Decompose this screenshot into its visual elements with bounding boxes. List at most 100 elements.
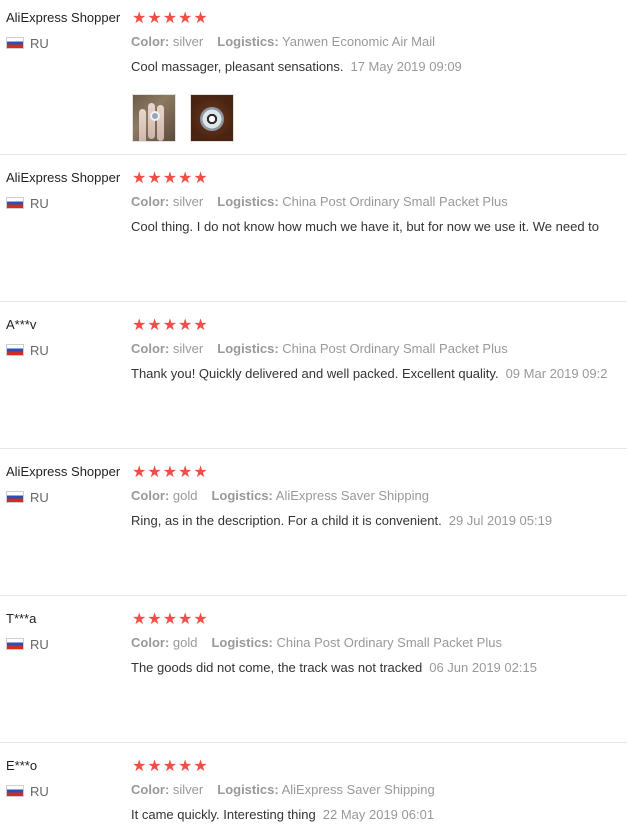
star-icon: ★ (178, 10, 194, 27)
reviewer-name: E***o (6, 758, 38, 773)
star-icon: ★ (132, 611, 148, 628)
star-icon: ★ (178, 170, 194, 187)
star-icon: ★ (162, 10, 179, 27)
logistics-label: Logistics: (211, 635, 273, 650)
reviewer-name: AliExpress Shopper (6, 10, 121, 25)
star-icon: ★ (132, 464, 148, 481)
star-icon: ★ (147, 317, 163, 334)
russia-flag-icon (6, 37, 24, 49)
review-text: Cool thing. I do not know how much we ha… (131, 219, 599, 234)
reviewer-name: T***a (6, 611, 37, 626)
logistics-label: Logistics: (217, 782, 279, 797)
review-item: AliExpress Shopper RU ★★★★★ Color: gold L… (0, 462, 627, 596)
color-value: silver (172, 782, 204, 797)
star-icon: ★ (147, 170, 163, 187)
logistics-label: Logistics: (211, 488, 273, 503)
country-code: RU (30, 637, 49, 652)
reviewer-country: RU (6, 343, 49, 358)
review-text: Thank you! Quickly delivered and well pa… (131, 366, 607, 381)
star-rating: ★★★★★ (132, 464, 209, 482)
star-icon: ★ (178, 317, 194, 334)
color-label: Color: (131, 488, 170, 503)
country-code: RU (30, 784, 49, 799)
logistics-value: China Post Ordinary Small Packet Plus (282, 194, 508, 209)
review-body: Cool massager, pleasant sensations. (131, 59, 344, 74)
color-value: gold (172, 635, 198, 650)
logistics-value: AliExpress Saver Shipping (281, 782, 435, 797)
star-icon: ★ (193, 170, 209, 187)
logistics-label: Logistics: (217, 194, 279, 209)
color-label: Color: (131, 194, 170, 209)
reviewer-name: A***v (6, 317, 37, 332)
review-item: A***v RU ★★★★★ Color: silver Logistics: C… (0, 315, 627, 449)
color-value: silver (172, 194, 204, 209)
review-body: Cool thing. I do not know how much we ha… (131, 219, 600, 234)
review-item: E***o RU ★★★★★ Color: silver Logistics: A… (0, 756, 627, 836)
star-icon: ★ (193, 317, 209, 334)
color-label: Color: (131, 782, 170, 797)
review-date: 29 Jul 2019 05:19 (448, 513, 553, 528)
country-code: RU (30, 36, 49, 51)
review-date: 06 Jun 2019 02:15 (429, 660, 537, 675)
logistics-value: Yanwen Economic Air Mail (282, 34, 435, 49)
review-text: It came quickly. Interesting thing 22 May… (131, 807, 434, 822)
star-rating: ★★★★★ (132, 317, 209, 335)
review-body: Thank you! Quickly delivered and well pa… (131, 366, 499, 381)
review-meta: Color: gold Logistics: China Post Ordinar… (131, 635, 502, 650)
reviewer-country: RU (6, 784, 49, 799)
review-feed: AliExpress Shopper RU ★★★★★ Color: silve… (0, 0, 627, 836)
review-date: 09 Mar 2019 09:2 (505, 366, 608, 381)
star-icon: ★ (193, 10, 209, 27)
star-rating: ★★★★★ (132, 170, 209, 188)
star-icon: ★ (132, 758, 148, 775)
review-photo-thumbnail[interactable] (190, 94, 235, 142)
reviewer-country: RU (6, 36, 49, 51)
color-value: silver (172, 34, 204, 49)
star-icon: ★ (178, 464, 194, 481)
review-body: Ring, as in the description. For a child… (131, 513, 442, 528)
star-icon: ★ (132, 170, 148, 187)
logistics-label: Logistics: (217, 341, 279, 356)
logistics-value: China Post Ordinary Small Packet Plus (282, 341, 508, 356)
review-date: 17 May 2019 09:09 (350, 59, 462, 74)
star-icon: ★ (178, 758, 194, 775)
star-rating: ★★★★★ (132, 10, 209, 28)
country-code: RU (30, 196, 49, 211)
star-icon: ★ (193, 464, 209, 481)
russia-flag-icon (6, 491, 24, 503)
star-icon: ★ (162, 317, 179, 334)
star-icon: ★ (147, 758, 163, 775)
russia-flag-icon (6, 344, 24, 356)
review-body: The goods did not come, the track was no… (131, 660, 423, 675)
russia-flag-icon (6, 638, 24, 650)
review-photo-thumbnail[interactable] (132, 94, 176, 142)
review-text: The goods did not come, the track was no… (131, 660, 537, 675)
review-meta: Color: silver Logistics: China Post Ordin… (131, 194, 508, 209)
ring-image (200, 107, 225, 131)
star-rating: ★★★★★ (132, 611, 209, 629)
star-icon: ★ (193, 611, 209, 628)
logistics-value: China Post Ordinary Small Packet Plus (276, 635, 502, 650)
star-icon: ★ (147, 611, 163, 628)
russia-flag-icon (6, 785, 24, 797)
review-body: It came quickly. Interesting thing (131, 807, 316, 822)
review-item: T***a RU ★★★★★ Color: gold Logistics: Chi… (0, 609, 627, 743)
russia-flag-icon (6, 197, 24, 209)
star-icon: ★ (162, 464, 179, 481)
review-item: AliExpress Shopper RU ★★★★★ Color: silve… (0, 8, 627, 155)
reviewer-name: AliExpress Shopper (6, 464, 121, 479)
country-code: RU (30, 490, 49, 505)
review-item: AliExpress Shopper RU ★★★★★ Color: silve… (0, 168, 627, 302)
reviewer-country: RU (6, 637, 49, 652)
star-icon: ★ (132, 10, 148, 27)
logistics-value: AliExpress Saver Shipping (275, 488, 429, 503)
color-label: Color: (131, 34, 170, 49)
star-icon: ★ (132, 317, 148, 334)
star-icon: ★ (178, 611, 194, 628)
star-icon: ★ (162, 611, 179, 628)
country-code: RU (30, 343, 49, 358)
star-icon: ★ (162, 170, 179, 187)
review-meta: Color: silver Logistics: Yanwen Economic … (131, 34, 435, 49)
star-icon: ★ (193, 758, 209, 775)
reviewer-country: RU (6, 490, 49, 505)
